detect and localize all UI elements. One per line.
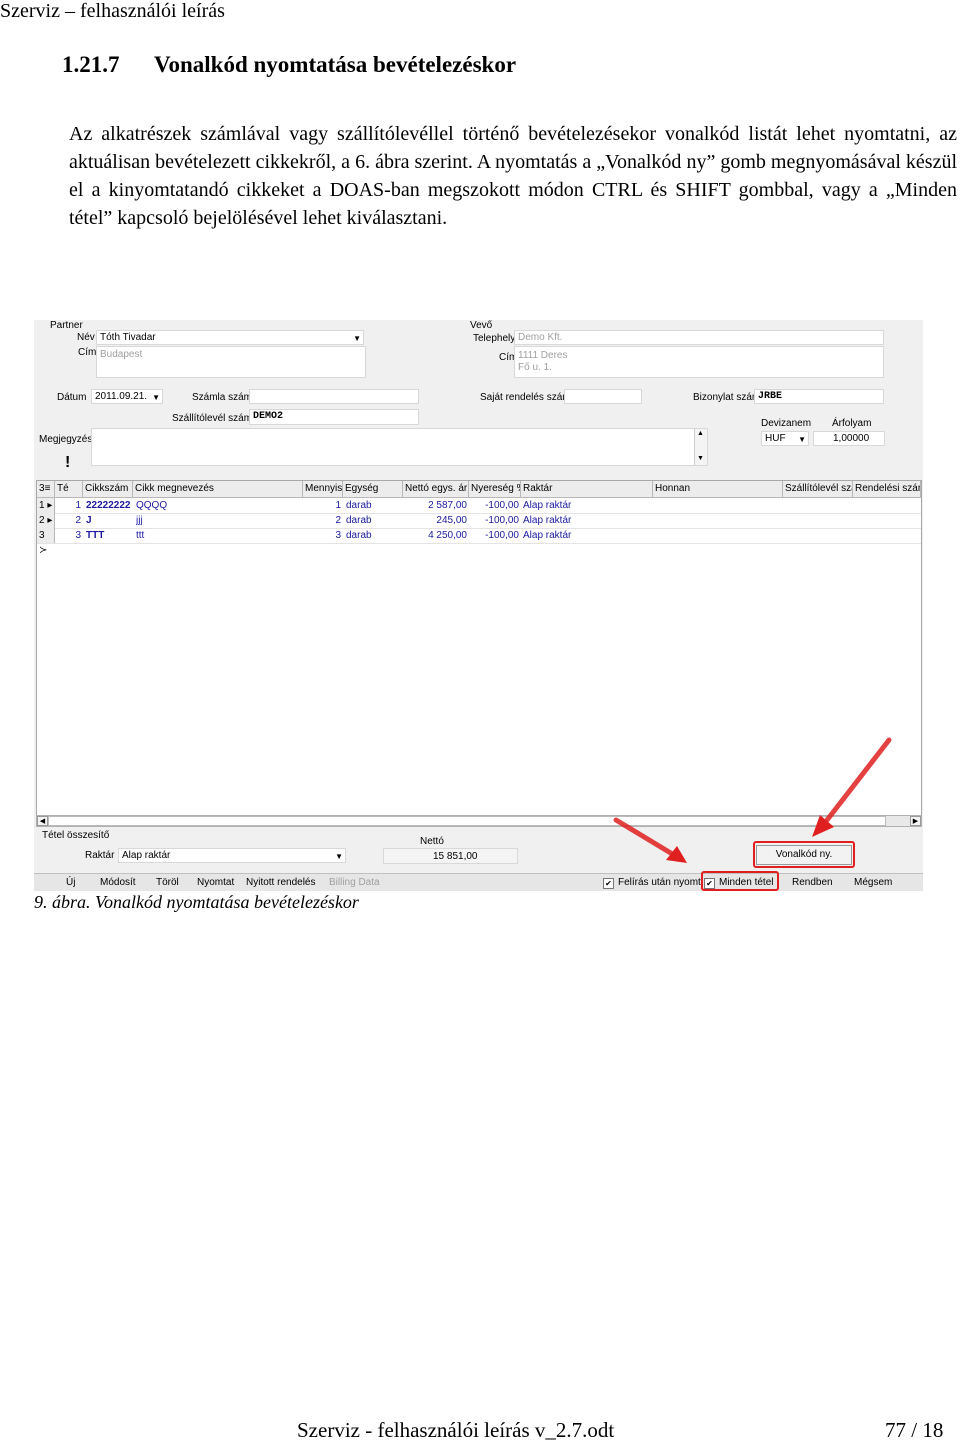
modify-button[interactable]: Módosít xyxy=(100,876,136,890)
section-title: Vonalkód nyomtatása bevételezéskor xyxy=(154,52,517,77)
bottom-toolbar: Új Módosít Töröl Nyomtat Nyitott rendelé… xyxy=(34,873,923,891)
new-button[interactable]: Új xyxy=(66,876,75,890)
arrow-to-barcode-button xyxy=(812,737,892,837)
highlight-frame xyxy=(701,871,779,891)
print-button[interactable]: Nyomtat xyxy=(197,876,234,890)
page-footer: Szerviz - felhasználói leírás v_2.7.odt xyxy=(297,1418,615,1442)
cancel-button[interactable]: Mégsem xyxy=(854,876,892,890)
screenshot-figure: Partner Név Tóth Tivadar ▼ Cím Budapest … xyxy=(34,320,923,891)
annotation-arrows xyxy=(613,737,892,863)
figure-caption: 9. ábra. Vonalkód nyomtatása bevételezés… xyxy=(34,892,359,912)
ok-button[interactable]: Rendben xyxy=(792,876,833,890)
print-after-checkbox[interactable]: ✔ Felírás után nyomt xyxy=(603,876,701,890)
open-orders-button[interactable]: Nyitott rendelés xyxy=(246,876,315,890)
section-number: 1.21.7 xyxy=(62,52,120,77)
body-paragraph: Az alkatrészek számlával vagy szállítóle… xyxy=(69,123,957,229)
page-header: Szerviz – felhasználói leírás xyxy=(0,0,225,22)
page-number: 77 / 18 xyxy=(885,1418,944,1442)
print-after-label: Felírás után nyomt xyxy=(618,877,701,888)
arrow-to-all-items xyxy=(613,817,687,863)
section-heading: 1.21.7 Vonalkód nyomtatása bevételezéskor xyxy=(62,52,516,78)
checkmark-icon: ✔ xyxy=(603,878,614,889)
billing-data-button[interactable]: Billing Data xyxy=(329,876,380,890)
delete-button[interactable]: Töröl xyxy=(156,876,179,890)
